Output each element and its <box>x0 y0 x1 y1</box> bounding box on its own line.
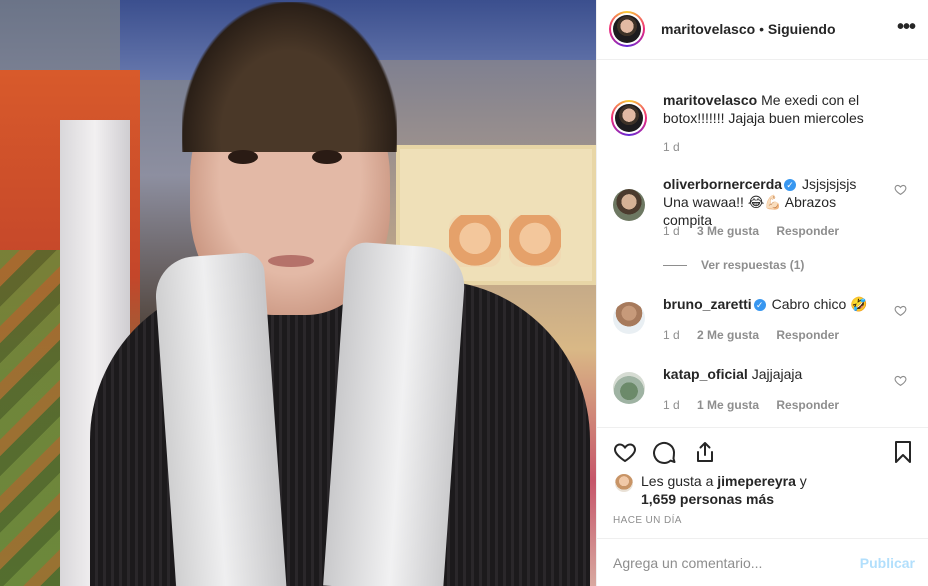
follow-status-button[interactable]: Siguiendo <box>768 21 836 37</box>
post-photo[interactable] <box>0 0 596 586</box>
photo-subject <box>182 2 397 152</box>
comment-likes[interactable]: 2 Me gusta <box>697 328 759 342</box>
photo-subject <box>268 255 314 267</box>
commenter-username[interactable]: katap_oficial <box>663 366 748 382</box>
post-side-panel: maritovelasco • Siguiendo ••• maritovela… <box>596 0 928 586</box>
comment-likes[interactable]: 1 Me gusta <box>697 398 759 412</box>
share-icon[interactable] <box>693 440 717 464</box>
comment-time[interactable]: 1 d <box>663 224 680 238</box>
publish-button[interactable]: Publicar <box>860 555 915 571</box>
author-avatar[interactable] <box>609 11 645 47</box>
reply-button[interactable]: Responder <box>776 398 839 412</box>
likes-summary: Les gusta a jimepereyra y 1,659 personas… <box>597 470 928 510</box>
likes-count[interactable]: 1,659 personas más <box>641 491 774 507</box>
heart-icon[interactable] <box>613 440 637 464</box>
comment-meta: 1 d 3 Me gusta Responder <box>663 224 853 238</box>
comment-likes[interactable]: 3 Me gusta <box>697 224 759 238</box>
bookmark-icon[interactable] <box>891 440 915 464</box>
commenter-avatar[interactable] <box>613 189 645 221</box>
comment-time[interactable]: 1 d <box>663 328 680 342</box>
caption-username[interactable]: maritovelasco <box>663 92 757 108</box>
photo-background <box>449 215 501 267</box>
like-comment-heart-icon[interactable] <box>894 374 907 387</box>
likes-connector: y <box>799 473 807 489</box>
view-replies-button[interactable]: Ver respuestas (1) <box>663 258 804 272</box>
separator: • <box>759 21 764 37</box>
commenter-username[interactable]: oliverbornercerda <box>663 176 782 192</box>
likes-text: Les gusta a jimepereyra y 1,659 personas… <box>641 472 807 508</box>
likes-prefix: Les gusta a <box>641 473 714 489</box>
commenter-avatar[interactable] <box>613 302 645 334</box>
action-bar <box>597 427 928 473</box>
comment-body: bruno_zaretti ✓ Cabro chico 🤣 <box>663 295 881 313</box>
verified-badge-icon: ✓ <box>784 179 797 192</box>
comment-input[interactable] <box>613 553 843 573</box>
reply-button[interactable]: Responder <box>776 224 839 238</box>
comment-meta: 1 d 2 Me gusta Responder <box>663 328 853 342</box>
photo-subject <box>323 241 467 586</box>
like-comment-heart-icon[interactable] <box>894 183 907 196</box>
caption: maritovelasco Me exedi con el botox!!!!!… <box>663 91 878 127</box>
comments-list[interactable]: maritovelasco Me exedi con el botox!!!!!… <box>597 61 928 427</box>
like-comment-heart-icon[interactable] <box>894 304 907 317</box>
comment-text: Cabro chico 🤣 <box>771 296 868 312</box>
more-horizontal-icon[interactable]: ••• <box>897 17 916 37</box>
photo-subject <box>228 150 258 164</box>
replies-divider <box>663 265 687 267</box>
photo-background <box>509 215 561 267</box>
verified-badge-icon: ✓ <box>753 299 766 312</box>
liker-username[interactable]: jimepereyra <box>717 473 796 489</box>
liker-avatar[interactable] <box>615 474 633 492</box>
comment-body: katap_oficial Jajjajaja <box>663 365 881 383</box>
post-header: maritovelasco • Siguiendo ••• <box>597 0 928 60</box>
comment-text: Jajjajaja <box>751 366 803 382</box>
photo-subject <box>312 150 342 164</box>
commenter-avatar[interactable] <box>613 372 645 404</box>
comment-composer: Publicar <box>597 538 928 586</box>
caption-avatar[interactable] <box>611 100 647 136</box>
post-timestamp[interactable]: HACE UN DÍA <box>613 515 682 526</box>
reply-button[interactable]: Responder <box>776 328 839 342</box>
header-title: maritovelasco • Siguiendo <box>661 21 836 37</box>
comment-icon[interactable] <box>653 440 677 464</box>
comment-body: oliverbornercerda ✓ Jsjsjsjsjs Una wawaa!… <box>663 175 881 229</box>
author-username[interactable]: maritovelasco <box>661 21 755 37</box>
commenter-username[interactable]: bruno_zaretti <box>663 296 752 312</box>
caption-time[interactable]: 1 d <box>663 140 680 154</box>
comment-meta: 1 d 1 Me gusta Responder <box>663 398 853 412</box>
comment-time[interactable]: 1 d <box>663 398 680 412</box>
